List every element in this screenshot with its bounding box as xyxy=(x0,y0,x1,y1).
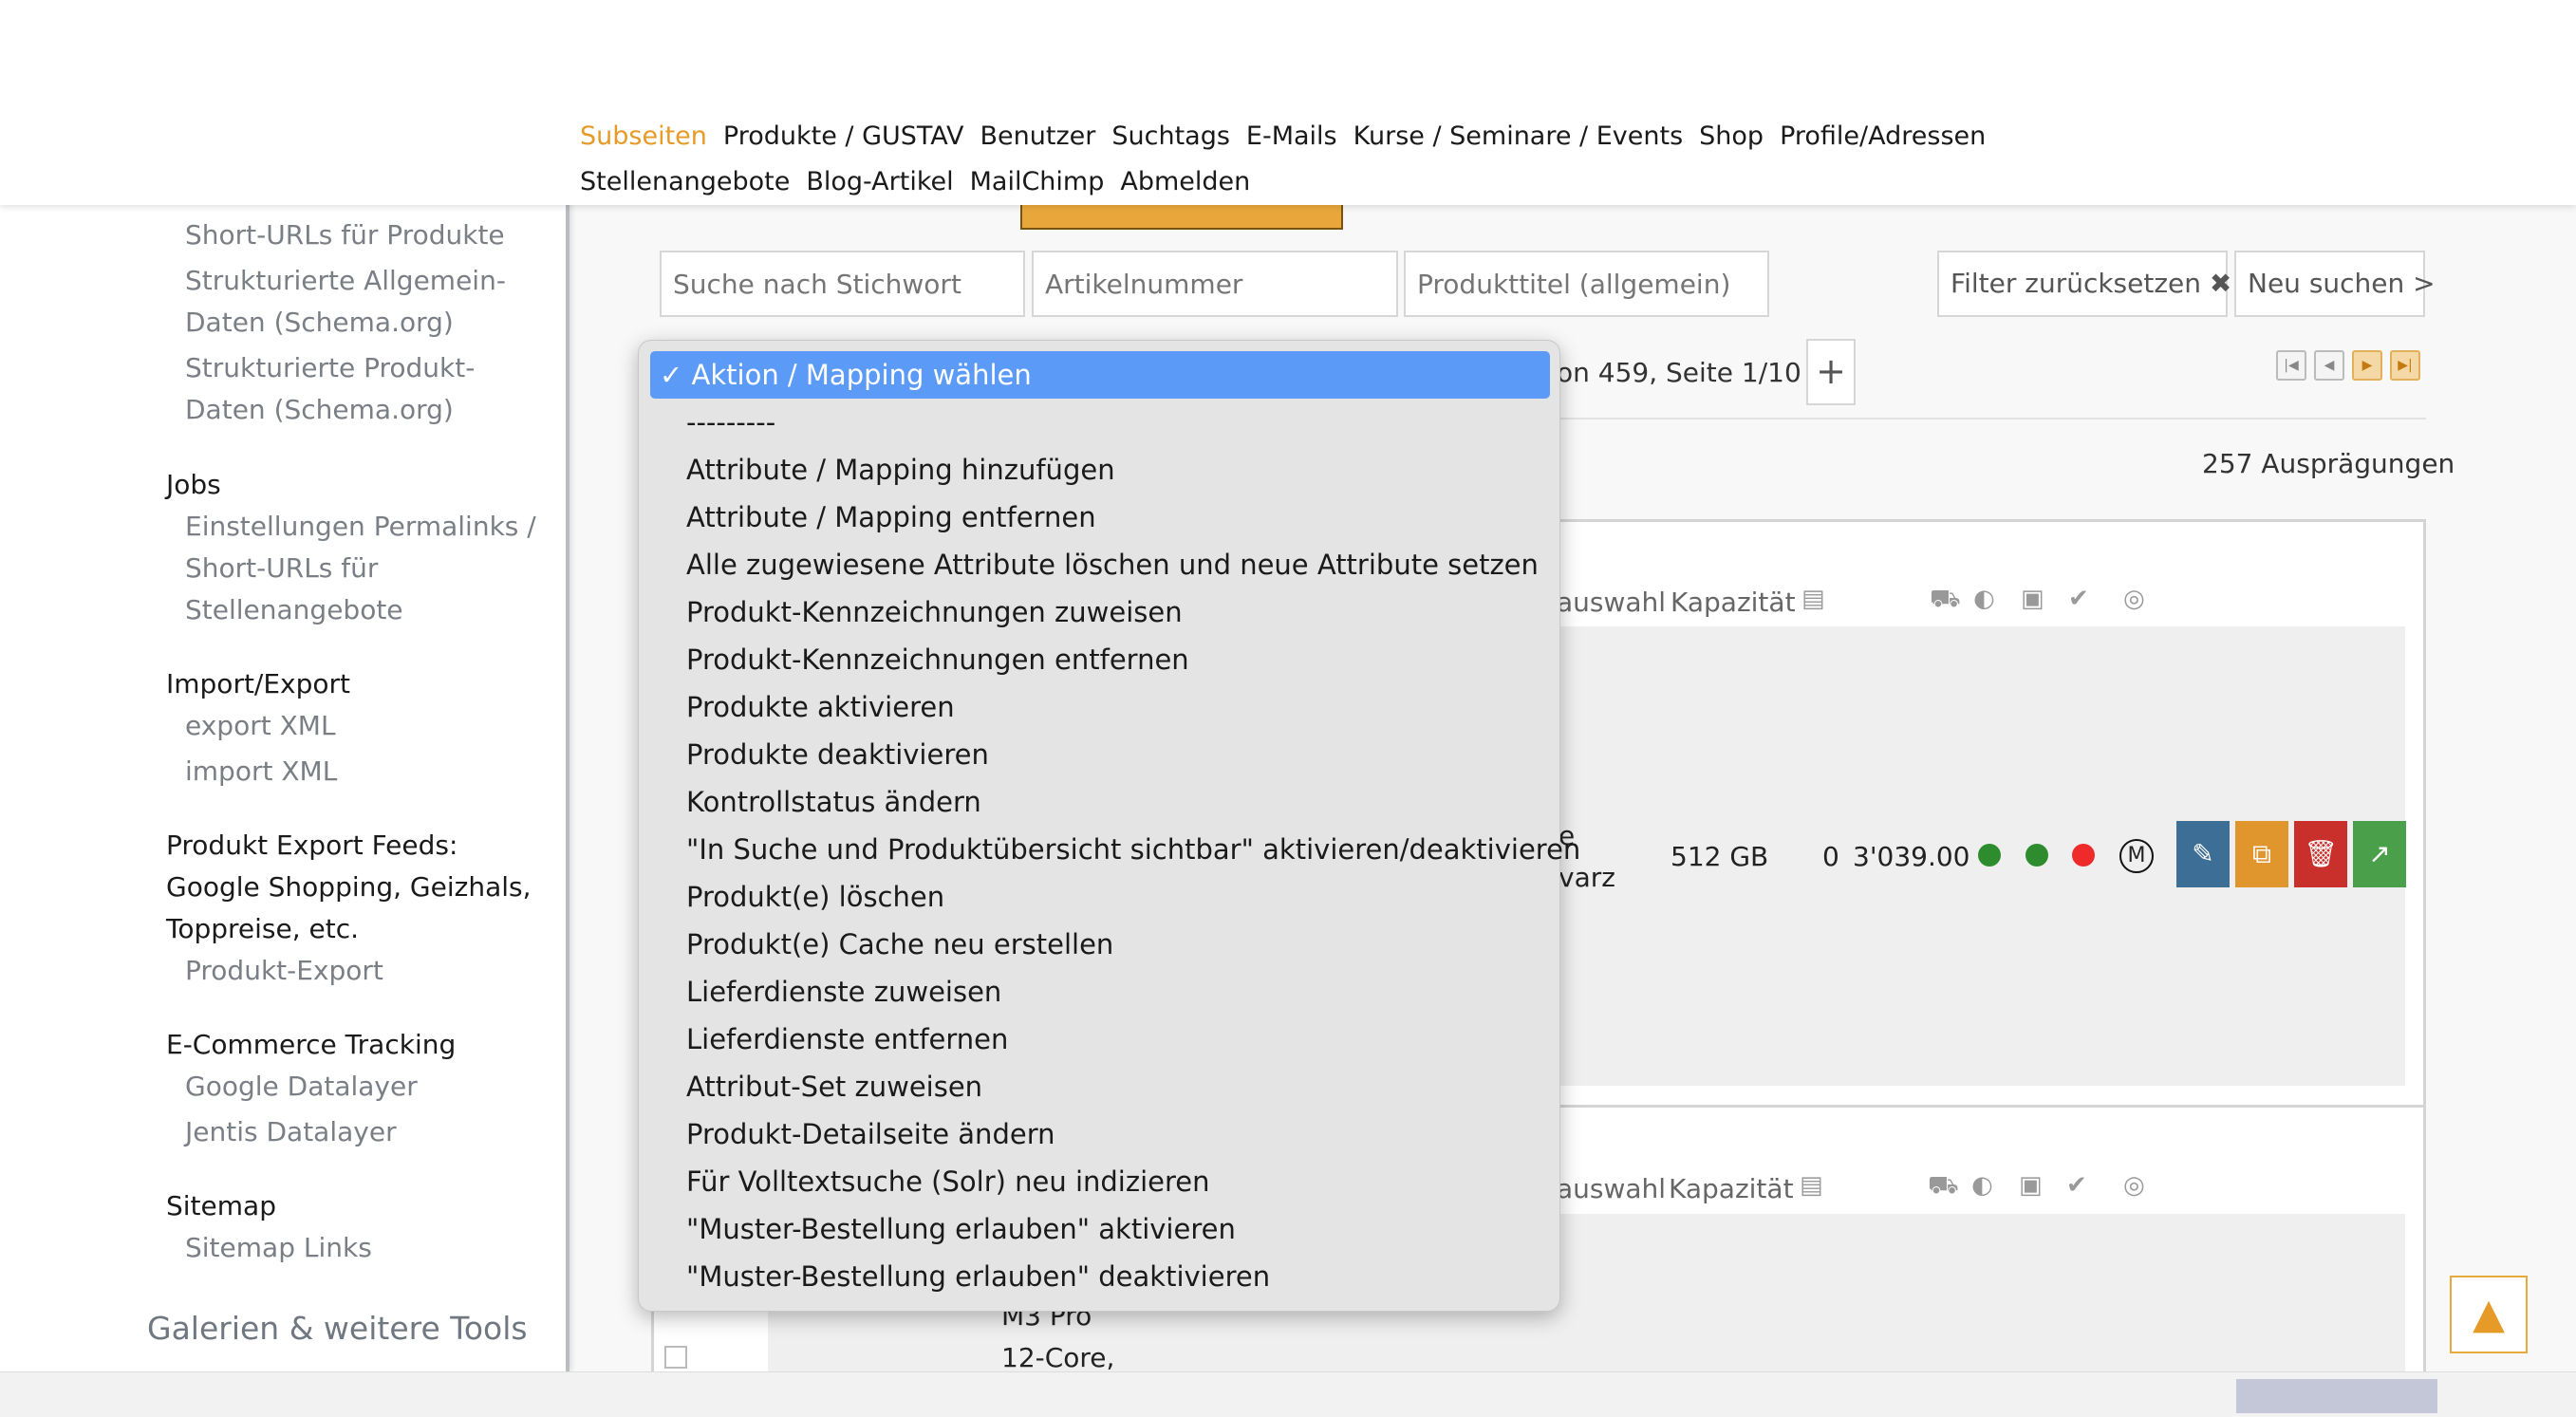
sidebar-heading-ecommerce-tracking: E-Commerce Tracking xyxy=(166,1029,457,1060)
nav-kurse[interactable]: Kurse / Seminare / Events xyxy=(1353,121,1684,151)
first-page-icon[interactable]: |◀ xyxy=(2276,350,2306,381)
money-icon: ▣ xyxy=(2019,1171,2043,1200)
sidebar-link-sitemap-links[interactable]: Sitemap Links xyxy=(185,1227,546,1269)
capacity-value: 512 GB xyxy=(1671,841,1769,872)
option-attribute-loeschen-neu-setzen[interactable]: Alle zugewiesene Attribute löschen und n… xyxy=(686,541,1539,588)
external-link-icon[interactable]: ↗ xyxy=(2353,821,2406,887)
mapping-icon[interactable]: M xyxy=(2119,839,2154,873)
option-aktion-mapping-waehlen[interactable]: ✓ Aktion / Mapping wählen xyxy=(650,351,1550,399)
stock-value: 0 xyxy=(1822,841,1839,872)
sidebar-link-permalinks-stellenangebote[interactable]: Einstellungen Permalinks / Short-URLs fü… xyxy=(185,506,546,631)
option-muster-bestellung-deaktivieren[interactable]: "Muster-Bestellung erlauben" deaktiviere… xyxy=(686,1253,1270,1300)
cart-icon: ⛟ xyxy=(1930,585,1961,613)
nav-row-1: Subseiten Produkte / GUSTAV Benutzer Suc… xyxy=(580,121,1986,151)
cart-icon: ⛟ xyxy=(1928,1171,1959,1200)
option-sichtbar-toggle[interactable]: "In Suche und Produktübersicht sichtbar"… xyxy=(686,826,1580,873)
top-navigation: Subseiten Produkte / GUSTAV Benutzer Suc… xyxy=(0,0,2576,205)
action-dropdown-menu: ✓ Aktion / Mapping wählen --------- Attr… xyxy=(638,340,1580,1312)
option-kennzeichnungen-entfernen[interactable]: Produkt-Kennzeichnungen entfernen xyxy=(686,636,1189,683)
article-number-input[interactable] xyxy=(1032,251,1398,317)
nav-row-2: Stellenangebote Blog-Artikel MailChimp A… xyxy=(580,167,1250,196)
price-value: 3'039.00 xyxy=(1853,841,1970,872)
pagination-info: on 459, Seite 1/10 xyxy=(1557,357,1801,388)
option-kennzeichnungen-zuweisen[interactable]: Produkt-Kennzeichnungen zuweisen xyxy=(686,588,1183,636)
nav-profile[interactable]: Profile/Adressen xyxy=(1780,121,1986,151)
sidebar-heading-sitemap: Sitemap xyxy=(166,1190,276,1221)
nav-shop[interactable]: Shop xyxy=(1699,121,1764,151)
sidebar-link-export-xml[interactable]: export XML xyxy=(185,705,546,747)
nav-blog[interactable]: Blog-Artikel xyxy=(806,167,953,196)
toggle-icon: ◐ xyxy=(1971,1171,1993,1200)
toggle-icon: ◐ xyxy=(1973,585,1995,613)
next-page-icon[interactable]: ▶ xyxy=(2352,350,2382,381)
delete-icon[interactable]: 🗑 xyxy=(2294,821,2347,887)
copy-icon[interactable]: ⧉ xyxy=(2235,821,2288,887)
option-attribute-hinzufuegen[interactable]: Attribute / Mapping hinzufügen xyxy=(686,446,1115,494)
prev-page-icon[interactable]: ◀ xyxy=(2314,350,2344,381)
check-icon: ✔ xyxy=(2066,1171,2087,1200)
nav-abmelden[interactable]: Abmelden xyxy=(1120,167,1250,196)
sidebar-section-galerien[interactable]: Galerien & weitere Tools xyxy=(147,1310,528,1347)
option-muster-bestellung-aktivieren[interactable]: "Muster-Bestellung erlauben" aktivieren xyxy=(686,1205,1236,1253)
filter-reset-button[interactable]: Filter zurücksetzen ✖ xyxy=(1937,251,2231,317)
sidebar: Short-URLs für Produkte Strukturierte Al… xyxy=(0,0,569,1371)
nav-mailchimp[interactable]: MailChimp xyxy=(970,167,1105,196)
nav-emails[interactable]: E-Mails xyxy=(1246,121,1337,151)
add-button[interactable]: + xyxy=(1806,339,1856,405)
status-dot-visible[interactable] xyxy=(2025,844,2048,867)
sidebar-link-strukturierte-allgemein-daten[interactable]: Strukturierte Allgemein-Daten (Schema.or… xyxy=(185,260,546,344)
edit-icon[interactable]: ✎ xyxy=(2176,821,2230,887)
nav-produkte[interactable]: Produkte / GUSTAV xyxy=(723,121,964,151)
scroll-to-top-button[interactable]: ▲ xyxy=(2450,1276,2528,1353)
header-auswahl-2: auswahl xyxy=(1557,1173,1667,1204)
new-search-button[interactable]: Neu suchen > xyxy=(2234,251,2436,317)
sidebar-link-short-urls-produkte[interactable]: Short-URLs für Produkte xyxy=(185,214,546,256)
option-produkte-loeschen[interactable]: Produkt(e) löschen xyxy=(686,873,944,921)
nav-subseiten[interactable]: Subseiten xyxy=(580,121,707,151)
header-auswahl: auswahl xyxy=(1557,587,1667,618)
option-detailseite-aendern[interactable]: Produkt-Detailseite ändern xyxy=(686,1110,1055,1158)
option-cache-neu-erstellen[interactable]: Produkt(e) Cache neu erstellen xyxy=(686,921,1113,968)
sidebar-heading-jobs: Jobs xyxy=(166,469,221,500)
sidebar-link-import-xml[interactable]: import XML xyxy=(185,751,546,792)
target-icon: ◎ xyxy=(2123,585,2145,613)
header-kapazitaet-2: Kapazität xyxy=(1669,1173,1794,1204)
sidebar-heading-import-export: Import/Export xyxy=(166,668,351,699)
variant-count: 257 Ausprägungen xyxy=(2202,448,2455,479)
option-produkte-deaktivieren[interactable]: Produkte deaktivieren xyxy=(686,731,989,778)
option-separator: --------- xyxy=(686,406,776,438)
horizontal-scrollbar[interactable] xyxy=(0,1371,2576,1417)
product-title-input[interactable] xyxy=(1404,251,1769,317)
product-desc-line2: 12-Core, xyxy=(1001,1342,1115,1373)
option-solr-neu-indizieren[interactable]: Für Volltextsuche (Solr) neu indizieren xyxy=(686,1158,1210,1205)
sidebar-link-strukturierte-produkt-daten[interactable]: Strukturierte Produkt-Daten (Schema.org) xyxy=(185,347,546,431)
sidebar-link-produkt-export[interactable]: Produkt-Export xyxy=(185,950,546,992)
row-checkbox[interactable] xyxy=(664,1346,687,1369)
scrollbar-thumb[interactable] xyxy=(2236,1379,2437,1413)
warehouse-icon: ▤ xyxy=(1800,1171,1823,1200)
status-dot-active[interactable] xyxy=(1978,844,2001,867)
keyword-search-input[interactable] xyxy=(660,251,1025,317)
header-kapazitaet: Kapazität xyxy=(1671,587,1796,618)
last-page-icon[interactable]: ▶| xyxy=(2390,350,2420,381)
money-icon: ▣ xyxy=(2021,585,2044,613)
sidebar-link-jentis-datalayer[interactable]: Jentis Datalayer xyxy=(185,1111,546,1153)
option-attribut-set-zuweisen[interactable]: Attribut-Set zuweisen xyxy=(686,1063,982,1110)
warehouse-icon: ▤ xyxy=(1801,585,1825,613)
option-lieferdienste-entfernen[interactable]: Lieferdienste entfernen xyxy=(686,1016,1008,1063)
target-icon: ◎ xyxy=(2123,1171,2145,1200)
nav-benutzer[interactable]: Benutzer xyxy=(980,121,1096,151)
gold-action-button[interactable] xyxy=(1020,203,1343,230)
sidebar-heading-export-feeds: Produkt Export Feeds: Google Shopping, G… xyxy=(166,830,532,944)
option-lieferdienste-zuweisen[interactable]: Lieferdienste zuweisen xyxy=(686,968,1001,1016)
check-icon: ✔ xyxy=(2068,585,2089,613)
status-dot-control[interactable] xyxy=(2072,844,2095,867)
option-kontrollstatus-aendern[interactable]: Kontrollstatus ändern xyxy=(686,778,981,826)
option-produkte-aktivieren[interactable]: Produkte aktivieren xyxy=(686,683,955,731)
arrow-up-icon: ▲ xyxy=(2473,1290,2505,1338)
nav-suchtags[interactable]: Suchtags xyxy=(1111,121,1230,151)
nav-stellenangebote[interactable]: Stellenangebote xyxy=(580,167,790,196)
option-attribute-entfernen[interactable]: Attribute / Mapping entfernen xyxy=(686,494,1096,541)
sidebar-link-google-datalayer[interactable]: Google Datalayer xyxy=(185,1066,546,1108)
